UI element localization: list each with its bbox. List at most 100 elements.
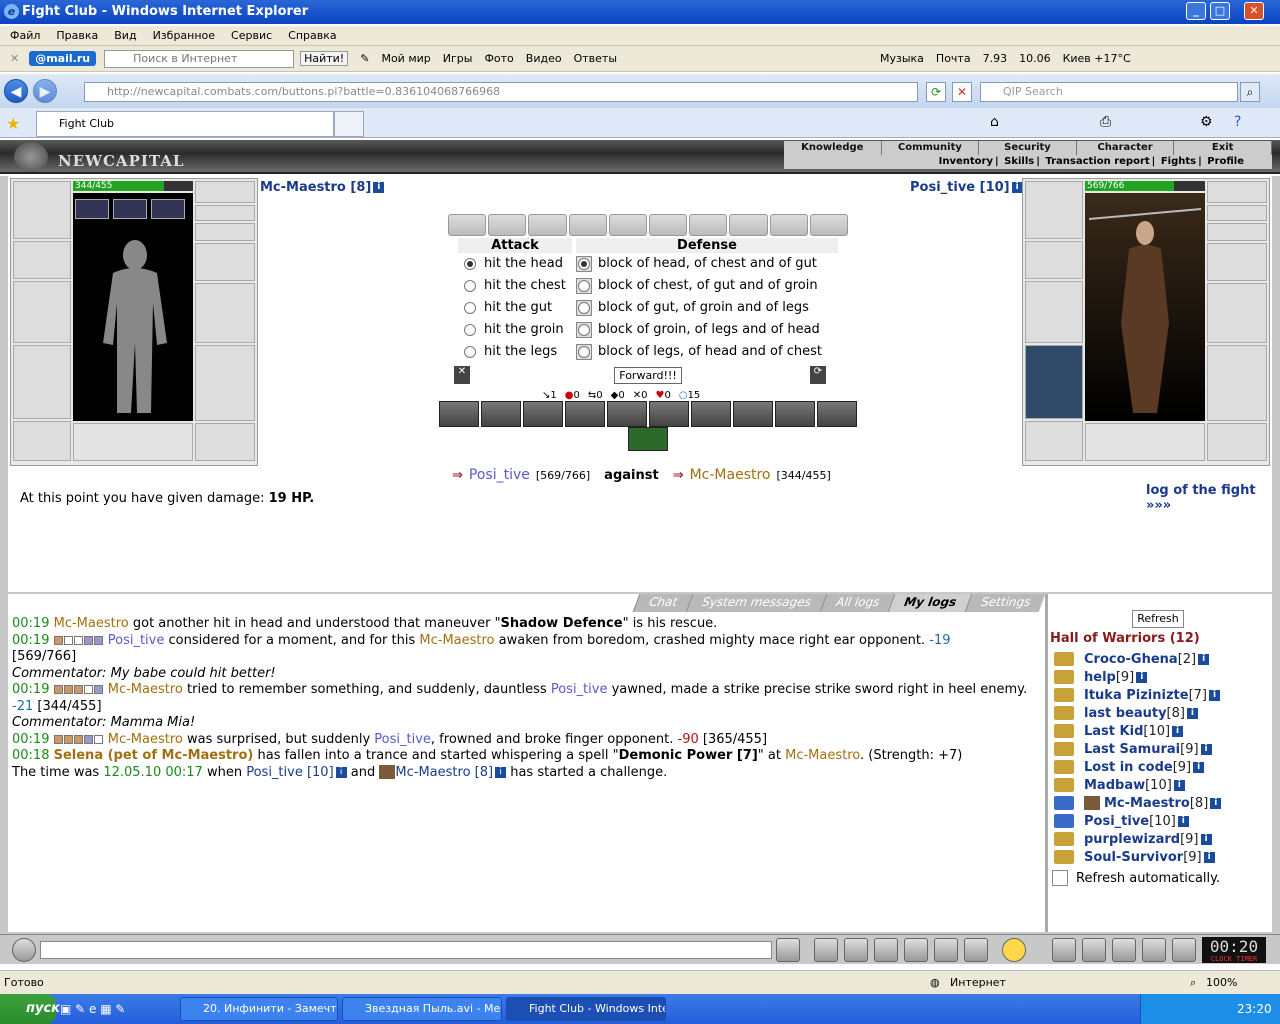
menu-edit[interactable]: Правка — [56, 29, 98, 42]
zoom-level[interactable]: 100% — [1206, 971, 1237, 995]
close-button[interactable]: ✕ — [1244, 2, 1264, 20]
warrior-entry[interactable]: Madbaw [10] i — [1054, 776, 1185, 794]
shield-slot[interactable] — [1207, 283, 1267, 343]
refresh-icon[interactable]: ⟳ — [926, 82, 946, 102]
nav-exit[interactable]: Exit — [1174, 141, 1272, 155]
radio-button[interactable] — [576, 278, 592, 294]
link-answers[interactable]: Ответы — [574, 52, 617, 65]
ability-slot[interactable] — [775, 401, 815, 427]
ability-slot[interactable] — [565, 401, 605, 427]
ability-slot[interactable] — [439, 401, 479, 427]
mailru-logo[interactable]: @mail.ru — [29, 51, 97, 66]
pencil-icon[interactable]: ✎ — [360, 52, 369, 65]
tools-gear-icon[interactable]: ⚙ — [1200, 114, 1213, 130]
mail-link[interactable]: Почта — [936, 52, 971, 65]
scroll-slot[interactable] — [809, 214, 849, 236]
attack-option[interactable]: hit the chest — [458, 275, 576, 297]
nav-profile[interactable]: Profile — [1207, 156, 1244, 167]
link-photo[interactable]: Фото — [484, 52, 513, 65]
helmet-slot[interactable] — [13, 181, 71, 239]
tab-fight-club[interactable]: Fight Club — [36, 111, 334, 137]
radio-button[interactable] — [464, 324, 476, 336]
scroll-slot[interactable] — [608, 214, 648, 236]
home-icon[interactable]: ⌂ — [990, 114, 999, 130]
info-icon[interactable]: i — [373, 182, 385, 193]
scroll-slot[interactable] — [448, 214, 487, 236]
tab-all-logs[interactable]: All logs — [819, 594, 895, 612]
menu-tools[interactable]: Сервис — [231, 29, 272, 42]
ability-slot[interactable] — [817, 401, 857, 427]
maximize-button[interactable]: □ — [1210, 2, 1230, 20]
menu-file[interactable]: Файл — [10, 29, 40, 42]
bracers-slot[interactable] — [1025, 241, 1083, 279]
scroll-slot[interactable] — [568, 214, 607, 236]
radio-button[interactable] — [576, 300, 592, 316]
info-icon[interactable]: i — [335, 766, 347, 778]
warrior-entry[interactable]: Last Samurai [9] i — [1054, 740, 1212, 758]
forward-button[interactable]: Forward!!! — [614, 367, 682, 384]
pants-slot[interactable] — [195, 345, 255, 421]
warrior-entry[interactable]: help [9] i — [1054, 668, 1148, 686]
ability-slot[interactable] — [481, 401, 521, 427]
filter-icon[interactable] — [844, 938, 868, 962]
scroll-slot[interactable] — [729, 214, 768, 236]
belt-slot[interactable] — [13, 421, 71, 461]
task-button[interactable]: Звездная Пыль.avi - Me... — [342, 997, 502, 1021]
nav-skills[interactable]: Skills — [1004, 156, 1034, 167]
defense-option[interactable]: block of gut, of groin and of legs — [576, 297, 822, 319]
search-icon[interactable]: ⌕ — [1240, 82, 1260, 102]
exit-icon[interactable] — [1172, 938, 1196, 962]
warrior-entry[interactable]: purplewizard [9] i — [1054, 830, 1212, 848]
quicklaunch-icons[interactable]: ▣ ✎ e ▦ ✎ — [60, 1002, 125, 1016]
scroll-slot[interactable] — [528, 214, 567, 236]
player-name[interactable]: Mc-Maestro [8] i — [260, 180, 385, 195]
belt-slot[interactable] — [1025, 421, 1083, 461]
attack-option[interactable]: hit the head — [458, 253, 576, 275]
attack-option[interactable]: hit the gut — [458, 297, 576, 319]
earring-slot[interactable] — [1207, 205, 1267, 221]
rings-row-slot[interactable] — [1207, 223, 1267, 241]
defense-option[interactable]: block of groin, of legs and of head — [576, 319, 822, 341]
ability-slot[interactable] — [691, 401, 731, 427]
nav-transaction-report[interactable]: Transaction report — [1045, 156, 1149, 167]
auto-refresh-checkbox[interactable] — [1052, 870, 1068, 886]
menu-view[interactable]: Вид — [114, 29, 136, 42]
task-button[interactable]: 20. Инфинити - Замечт... — [180, 997, 338, 1021]
opponent-name[interactable]: Posi_tive [10] i — [910, 180, 1023, 195]
against-left-name[interactable]: Posi_tive — [469, 467, 530, 483]
qip-search-input[interactable]: QIP Search — [980, 82, 1238, 102]
ability-slot[interactable] — [607, 401, 647, 427]
info-icon[interactable]: i — [1011, 182, 1023, 193]
shield-right-icon[interactable]: ⟳ — [810, 366, 826, 384]
nav-character[interactable]: Character — [1077, 141, 1175, 155]
tray-clock[interactable]: 23:20 — [1237, 994, 1272, 1024]
nav-community[interactable]: Community — [882, 141, 980, 155]
url-field[interactable]: http://newcapital.combats.com/buttons.pl… — [84, 82, 918, 102]
tab-chat[interactable]: Chat — [632, 594, 693, 612]
music-link[interactable]: Музыка — [880, 52, 924, 65]
group-icon[interactable] — [1112, 938, 1136, 962]
armor-slot[interactable] — [13, 345, 71, 419]
zoom-icon[interactable]: ⌕ — [1190, 971, 1196, 995]
gloves-slot[interactable] — [1207, 243, 1267, 281]
rings-row-slot[interactable] — [195, 223, 255, 241]
warrior-entry[interactable]: Lost in code [9] i — [1054, 758, 1205, 776]
start-button[interactable]: пуск — [0, 994, 60, 1024]
radio-button[interactable] — [464, 346, 476, 358]
nav-security[interactable]: Security — [979, 141, 1077, 155]
panel-divider[interactable] — [1045, 594, 1048, 932]
mail-search-input[interactable] — [104, 49, 295, 68]
attack-option[interactable]: hit the groin — [458, 319, 576, 341]
ability-slot[interactable] — [523, 401, 563, 427]
menu-help[interactable]: Справка — [288, 29, 336, 42]
radio-button[interactable] — [576, 344, 592, 360]
scroll-slot[interactable] — [649, 214, 688, 236]
link-games[interactable]: Игры — [443, 52, 473, 65]
help-icon[interactable]: ? — [1234, 114, 1241, 130]
helmet-slot[interactable] — [1025, 181, 1083, 239]
speaker-icon[interactable] — [12, 938, 36, 962]
info-icon[interactable]: i — [495, 766, 507, 778]
amulet-slot[interactable] — [195, 181, 255, 203]
warrior-entry[interactable]: Last Kid [10] i — [1054, 722, 1184, 740]
ring-slot-2[interactable] — [113, 199, 147, 219]
